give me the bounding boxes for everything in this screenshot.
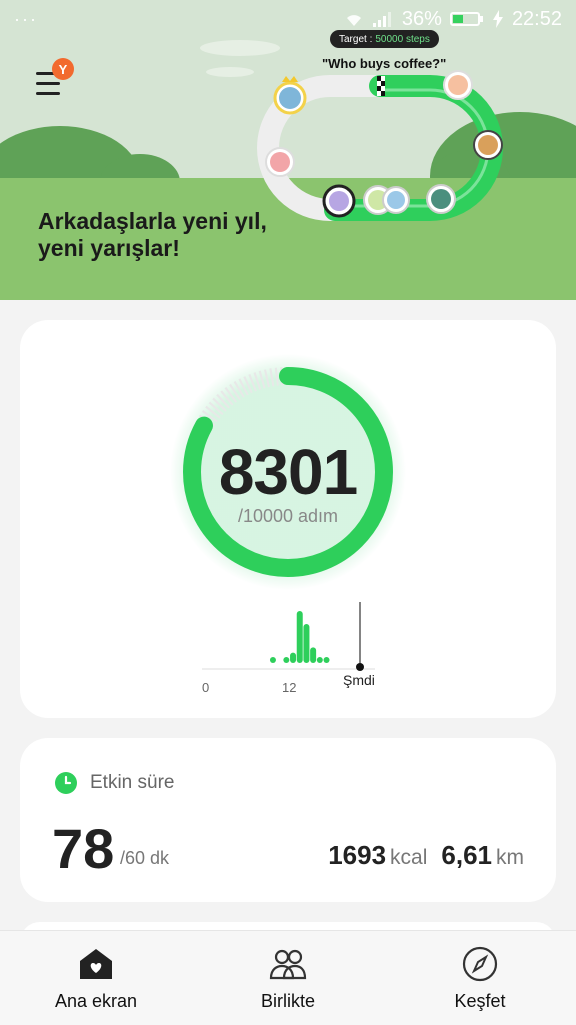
menu-button[interactable]: Y: [36, 58, 74, 96]
chart-label-12: 12: [282, 680, 297, 695]
chart-label-now: Şmdi: [343, 672, 375, 688]
nav-together[interactable]: Birlikte: [192, 931, 384, 1025]
nav-explore-label: Keşfet: [454, 991, 506, 1011]
hourly-bars: [269, 611, 330, 663]
hero-title-line1: Arkadaşlarla yeni yıl,: [38, 208, 267, 234]
signal-icon: [372, 12, 391, 27]
bottom-nav: Ana ekran Birlikte Keşfet: [0, 930, 576, 1025]
compass-icon: [462, 946, 498, 982]
active-time-card[interactable]: Etkin süre 78 /60 dk 1693 kcal 6,61 km: [20, 738, 556, 902]
hero-title: Arkadaşlarla yeni yıl, yeni yarışlar!: [38, 208, 267, 262]
battery-icon: [449, 12, 483, 26]
distance-unit: km: [496, 846, 524, 869]
menu-icon-bar: [36, 92, 60, 95]
nav-home[interactable]: Ana ekran: [0, 931, 192, 1025]
energy-stats: 1693 kcal 6,61 km: [328, 840, 524, 871]
now-marker-dot: [356, 663, 364, 671]
hero-banner[interactable]: Target : 50000 steps "Who buys coffee?" …: [0, 0, 576, 300]
avatar-racer-3: [443, 70, 473, 100]
clock-icon: [55, 772, 77, 794]
active-time-label: Etkin süre: [90, 772, 175, 793]
step-count: 8301: [218, 436, 358, 508]
kcal-value: 1693: [328, 840, 387, 870]
distance-value: 6,61: [441, 840, 492, 870]
race-name: "Who buys coffee?": [322, 56, 447, 71]
hero-title-line2: yeni yarışlar!: [38, 235, 180, 261]
home-heart-icon: [80, 949, 112, 979]
kcal-unit: kcal: [390, 846, 428, 869]
notification-dots-icon: ···: [14, 8, 38, 29]
active-time-goal: /60 dk: [120, 848, 170, 868]
charging-icon: [492, 10, 503, 28]
nav-together-label: Birlikte: [260, 991, 315, 1011]
people-icon: [269, 949, 307, 980]
menu-icon-bar: [36, 82, 60, 85]
avatar-racer-5: [322, 184, 356, 218]
battery-percent: 36%: [401, 7, 442, 30]
nav-home-label: Ana ekran: [54, 991, 138, 1011]
chart-label-0: 0: [202, 680, 210, 695]
avatar-racer-8: [426, 184, 456, 214]
wifi-icon: [346, 15, 361, 26]
menu-badge: Y: [52, 58, 74, 80]
active-time-value: 78: [52, 817, 115, 880]
step-goal: /10000 adım: [237, 506, 339, 526]
status-bar: ··· 36% 22:52: [0, 0, 576, 38]
avatar-racer-2: [265, 147, 295, 177]
nav-explore[interactable]: Keşfet: [384, 931, 576, 1025]
avatar-racer-7: [382, 186, 410, 214]
avatar-racer-4: [473, 130, 503, 160]
clock: 22:52: [511, 7, 562, 30]
steps-card[interactable]: 8301 /10000 adım 0 12 Şmdi: [20, 320, 556, 718]
